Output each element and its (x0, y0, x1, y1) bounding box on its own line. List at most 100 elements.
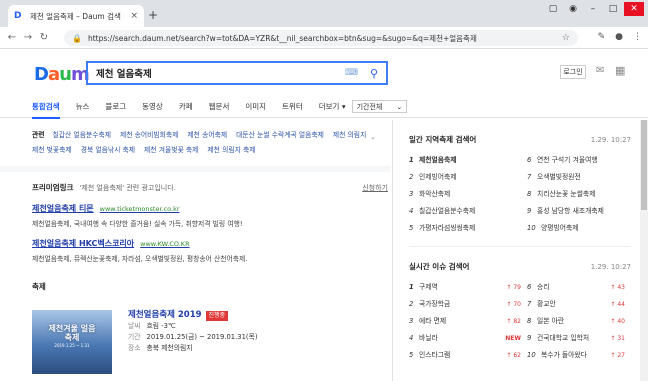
tab-blog[interactable]: 블로그 (105, 101, 126, 112)
browser-tab[interactable]: D 제천 얼음축제 – Daum 검색 × (8, 5, 144, 27)
powerlink-apply-link[interactable]: 신청하기 (362, 183, 388, 193)
tab-image[interactable]: 이미지 (245, 101, 266, 112)
lock-icon: 🔒 (72, 33, 82, 43)
search-box[interactable]: 제천 얼음축제 ⌨ ⚲ (86, 61, 388, 85)
address-bar[interactable]: 🔒 https://search.daum.net/search?w=tot&D… (64, 30, 578, 46)
ad-title-link[interactable]: 제천얼음축제 HKC벡스코리아 www.KW.CO.KR (32, 238, 388, 249)
rank-item[interactable]: 5 가평자라섬씽씽축제 (409, 221, 527, 236)
reload-icon[interactable]: ↻ (36, 32, 52, 43)
window-close-icon[interactable]: ✕ (624, 2, 644, 16)
related-searches: 관련 칠갑산 얼음분수축제 제천 송어비빔회축제 제천 송어축제 대둔산 눈썰 … (32, 120, 388, 158)
related-item[interactable]: 제천 벚꽃축제 (32, 143, 72, 158)
festival-section-label: 축제 (32, 282, 46, 291)
minimize-icon[interactable]: – (584, 2, 602, 16)
chevron-down-icon: ⌄ (396, 103, 403, 111)
tab-video[interactable]: 동영상 (142, 101, 163, 112)
festival-weather: 날씨 흐림 -3℃ (128, 322, 176, 330)
related-expand-icon[interactable]: ⌄ (370, 130, 376, 145)
related-item[interactable]: 칠갑산 얼음분수축제 (53, 128, 111, 143)
tab-web[interactable]: 웹문서 (209, 101, 230, 112)
related-item[interactable]: 제천 의림지 (333, 128, 366, 143)
rank-item[interactable]: 9 건국대학교 입학처 ↑ 31 (527, 331, 631, 346)
tab-total[interactable]: 통합검색 (32, 101, 60, 119)
profile-icon[interactable]: ● (615, 32, 623, 42)
powerlink-desc: '제천 얼음축제' 관련 광고입니다. (79, 183, 176, 192)
browser-toolbar: ← → ↻ 🔒 https://search.daum.net/search?w… (0, 27, 648, 49)
rank-item[interactable]: 6 승리 ↑ 43 (527, 280, 631, 295)
forward-icon[interactable]: → (20, 32, 36, 43)
sidebar-divider (409, 246, 631, 247)
rank-item[interactable]: 8 일본 아란 ↑ 40 (527, 314, 631, 329)
festival-place: 장소 충북 제천의림지 (128, 344, 193, 352)
section-divider (0, 166, 390, 172)
related-item[interactable]: 제천 송어비빔회축제 (120, 128, 178, 143)
rank-item[interactable]: 2 국가장학금 ↑ 70 (409, 297, 527, 312)
rank-item[interactable]: 2 인제빙어축제 (409, 170, 527, 185)
rank-item[interactable]: 1 구제역 ↑ 79 (409, 280, 527, 295)
tab-title: 제천 얼음축제 – Daum 검색 (30, 11, 121, 21)
period-select[interactable]: 기간전체 ⌄ (351, 100, 408, 113)
new-tab-icon[interactable]: + (148, 8, 158, 22)
ad-url[interactable]: www.ticketmonster.co.kr (100, 205, 180, 213)
search-icon[interactable]: ⚲ (370, 67, 378, 80)
tab-cafe[interactable]: 카페 (179, 101, 193, 112)
area-rank-title: 일간 지역축제 검색어 (409, 135, 477, 144)
rank-item[interactable]: 7 황교안 ↑ 44 (527, 297, 631, 312)
powerlink-title: 프리미엄링크 (32, 183, 74, 192)
toolbar-icons: ✎ ● ⋮ (598, 32, 642, 42)
login-button[interactable]: 로그인 (560, 65, 586, 79)
related-item[interactable]: 제천 의림지 축제 (207, 143, 255, 158)
rank-item[interactable]: 1 제천얼음축제 (409, 153, 527, 168)
tab-twitter[interactable]: 트위터 (282, 101, 303, 112)
rank-item[interactable]: 10 복수가 돌아왔다 ↑ 27 (527, 348, 631, 363)
festival-period: 기간 2019.01.25(금) ~ 2019.01.31(목) (128, 333, 258, 341)
festival-card: 제천겨울 얼음축제 2019.1.25 ~ 1.31 제천얼음축제 2019 진행… (32, 310, 257, 374)
back-icon[interactable]: ← (4, 32, 20, 43)
keyboard-icon[interactable]: ⌨ (345, 68, 358, 78)
festival-name-link[interactable]: 제천얼음축제 2019 진행중 (128, 310, 257, 321)
rank-item[interactable]: 5 인스타그램 ↑ 62 (409, 348, 527, 363)
bookmark-star-icon[interactable]: ☆ (562, 33, 570, 43)
window-controls: ▢ ◉ – □ ✕ (544, 2, 644, 16)
tab-more[interactable]: 더보기 ▾ (319, 101, 346, 112)
ad-url[interactable]: www.KW.CO.KR (140, 240, 189, 248)
rank-item[interactable]: 9 홍성 남당항 새조개축제 (527, 204, 631, 219)
search-input[interactable]: 제천 얼음축제 (96, 66, 345, 80)
related-item[interactable]: 경북 얼음낚시 축제 (81, 143, 135, 158)
related-label: 관련 (32, 131, 45, 139)
related-item[interactable]: 제천 겨울벚꽃 축제 (144, 143, 198, 158)
tab-news[interactable]: 뉴스 (76, 101, 90, 112)
issue-rank-header: 실시간 이슈 검색어 1.29. 10:27 (409, 261, 631, 272)
apps-grid-icon[interactable]: ▦ (615, 64, 625, 77)
daum-logo[interactable]: Daum (34, 64, 90, 85)
extension-icon[interactable]: ✎ (598, 32, 606, 42)
rank-item[interactable]: 10 양평빙어축제 (527, 221, 631, 236)
related-item[interactable]: 제천 송어축제 (187, 128, 227, 143)
rank-item[interactable]: 4 칠갑산얼음분수축제 (409, 204, 527, 219)
rank-item[interactable]: 6 연천 구석기 겨울여행 (527, 153, 631, 168)
rank-item[interactable]: 7 오색별빛정원전 (527, 170, 631, 185)
new-badge: NEW (505, 335, 521, 342)
rank-item[interactable]: 4 바닐라 NEW (409, 331, 527, 346)
tab-close-icon[interactable]: × (130, 11, 138, 21)
rank-item[interactable]: 3 화악산축제 (409, 187, 527, 202)
camera-icon[interactable]: ◉ (564, 2, 582, 16)
scrollbar-thumb[interactable] (641, 120, 647, 210)
address-url[interactable]: https://search.daum.net/search?w=tot&DA=… (88, 33, 562, 44)
festival-poster[interactable]: 제천겨울 얼음축제 2019.1.25 ~ 1.31 (32, 310, 112, 374)
area-rank-time: 1.29. 10:27 (590, 135, 631, 144)
rank-item[interactable]: 3 에타 면제 ↑ 82 (409, 314, 527, 329)
issue-rank-list: 1 구제역 ↑ 79 6 승리 ↑ 43 2 국가장학금 ↑ 70 7 황교안 ↑ 44 3 에타… (409, 280, 648, 363)
ad-desc: 제천얼음축제, 뮤렉산눈꽃축제, 자라섬, 오색별빛정원, 평창송어 산천어축제… (32, 255, 248, 263)
ad-title-link[interactable]: 제천얼음축제 티몬 www.ticketmonster.co.kr (32, 203, 388, 214)
maximize-icon[interactable]: □ (604, 2, 622, 16)
rank-item[interactable]: 8 치리산눈꽃 눈썰축제 (527, 187, 631, 202)
mail-icon[interactable]: ✉ (596, 65, 604, 76)
menu-icon[interactable]: ⋮ (633, 32, 642, 42)
account-icon[interactable]: ▢ (544, 2, 562, 16)
status-badge: 진행중 (205, 310, 229, 321)
related-item[interactable]: 대둔산 눈썰 수락계곡 얼음축제 (236, 128, 324, 143)
area-rank-list: 1 제천얼음축제 6 연천 구석기 겨울여행 2 인제빙어축제 7 오색별빛정원전 3화… (409, 153, 648, 236)
page-scrollbar[interactable] (640, 120, 648, 381)
area-rank-header: 일간 지역축제 검색어 1.29. 10:27 (409, 134, 631, 145)
